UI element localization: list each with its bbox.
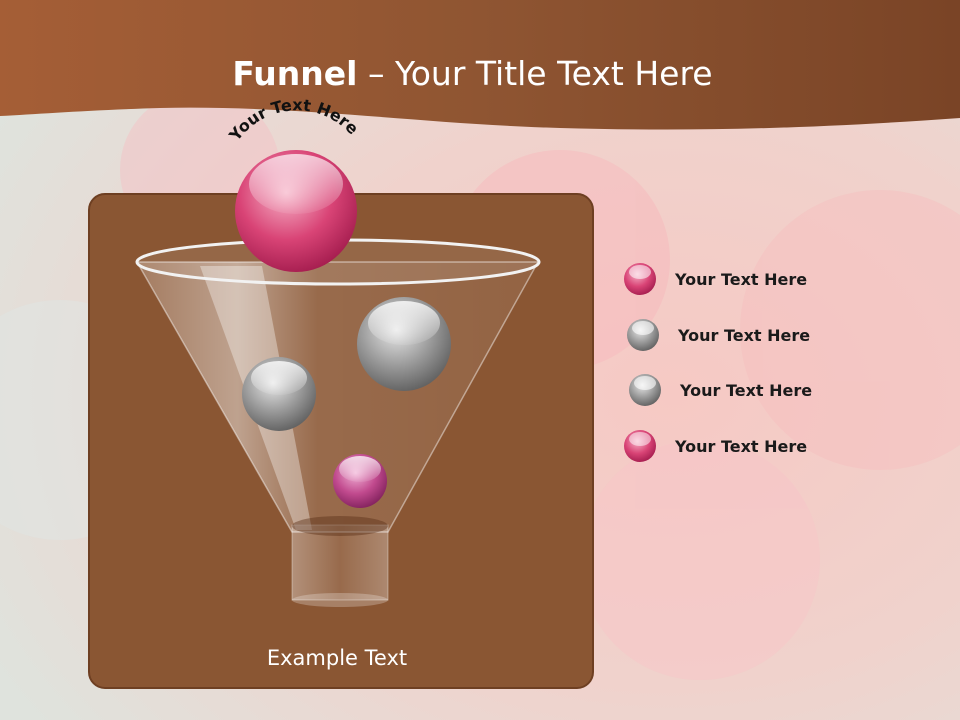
ball-magenta-small bbox=[333, 454, 387, 508]
slide-title-rest: – Your Title Text Here bbox=[357, 54, 713, 93]
legend-label: Your Text Here bbox=[675, 270, 808, 289]
ball-grey-large bbox=[357, 297, 451, 391]
legend-dot-pink-icon bbox=[624, 430, 656, 462]
legend-label: Your Text Here bbox=[680, 381, 813, 400]
legend-dot-pink-icon bbox=[624, 263, 656, 295]
ball-pink-large bbox=[235, 150, 357, 272]
legend-dot-grey-icon bbox=[627, 319, 659, 351]
legend-label: Your Text Here bbox=[675, 437, 808, 456]
slide-title-bold: Funnel bbox=[232, 54, 358, 93]
funnel-caption: Example Text bbox=[266, 646, 408, 670]
legend-label: Your Text Here bbox=[678, 326, 811, 345]
slide-title: Funnel – Your Title Text Here bbox=[0, 54, 945, 93]
ball-grey-medium bbox=[242, 357, 316, 431]
slide-canvas: Your Text Here bbox=[0, 0, 960, 720]
legend-dot-grey-icon bbox=[629, 374, 661, 406]
